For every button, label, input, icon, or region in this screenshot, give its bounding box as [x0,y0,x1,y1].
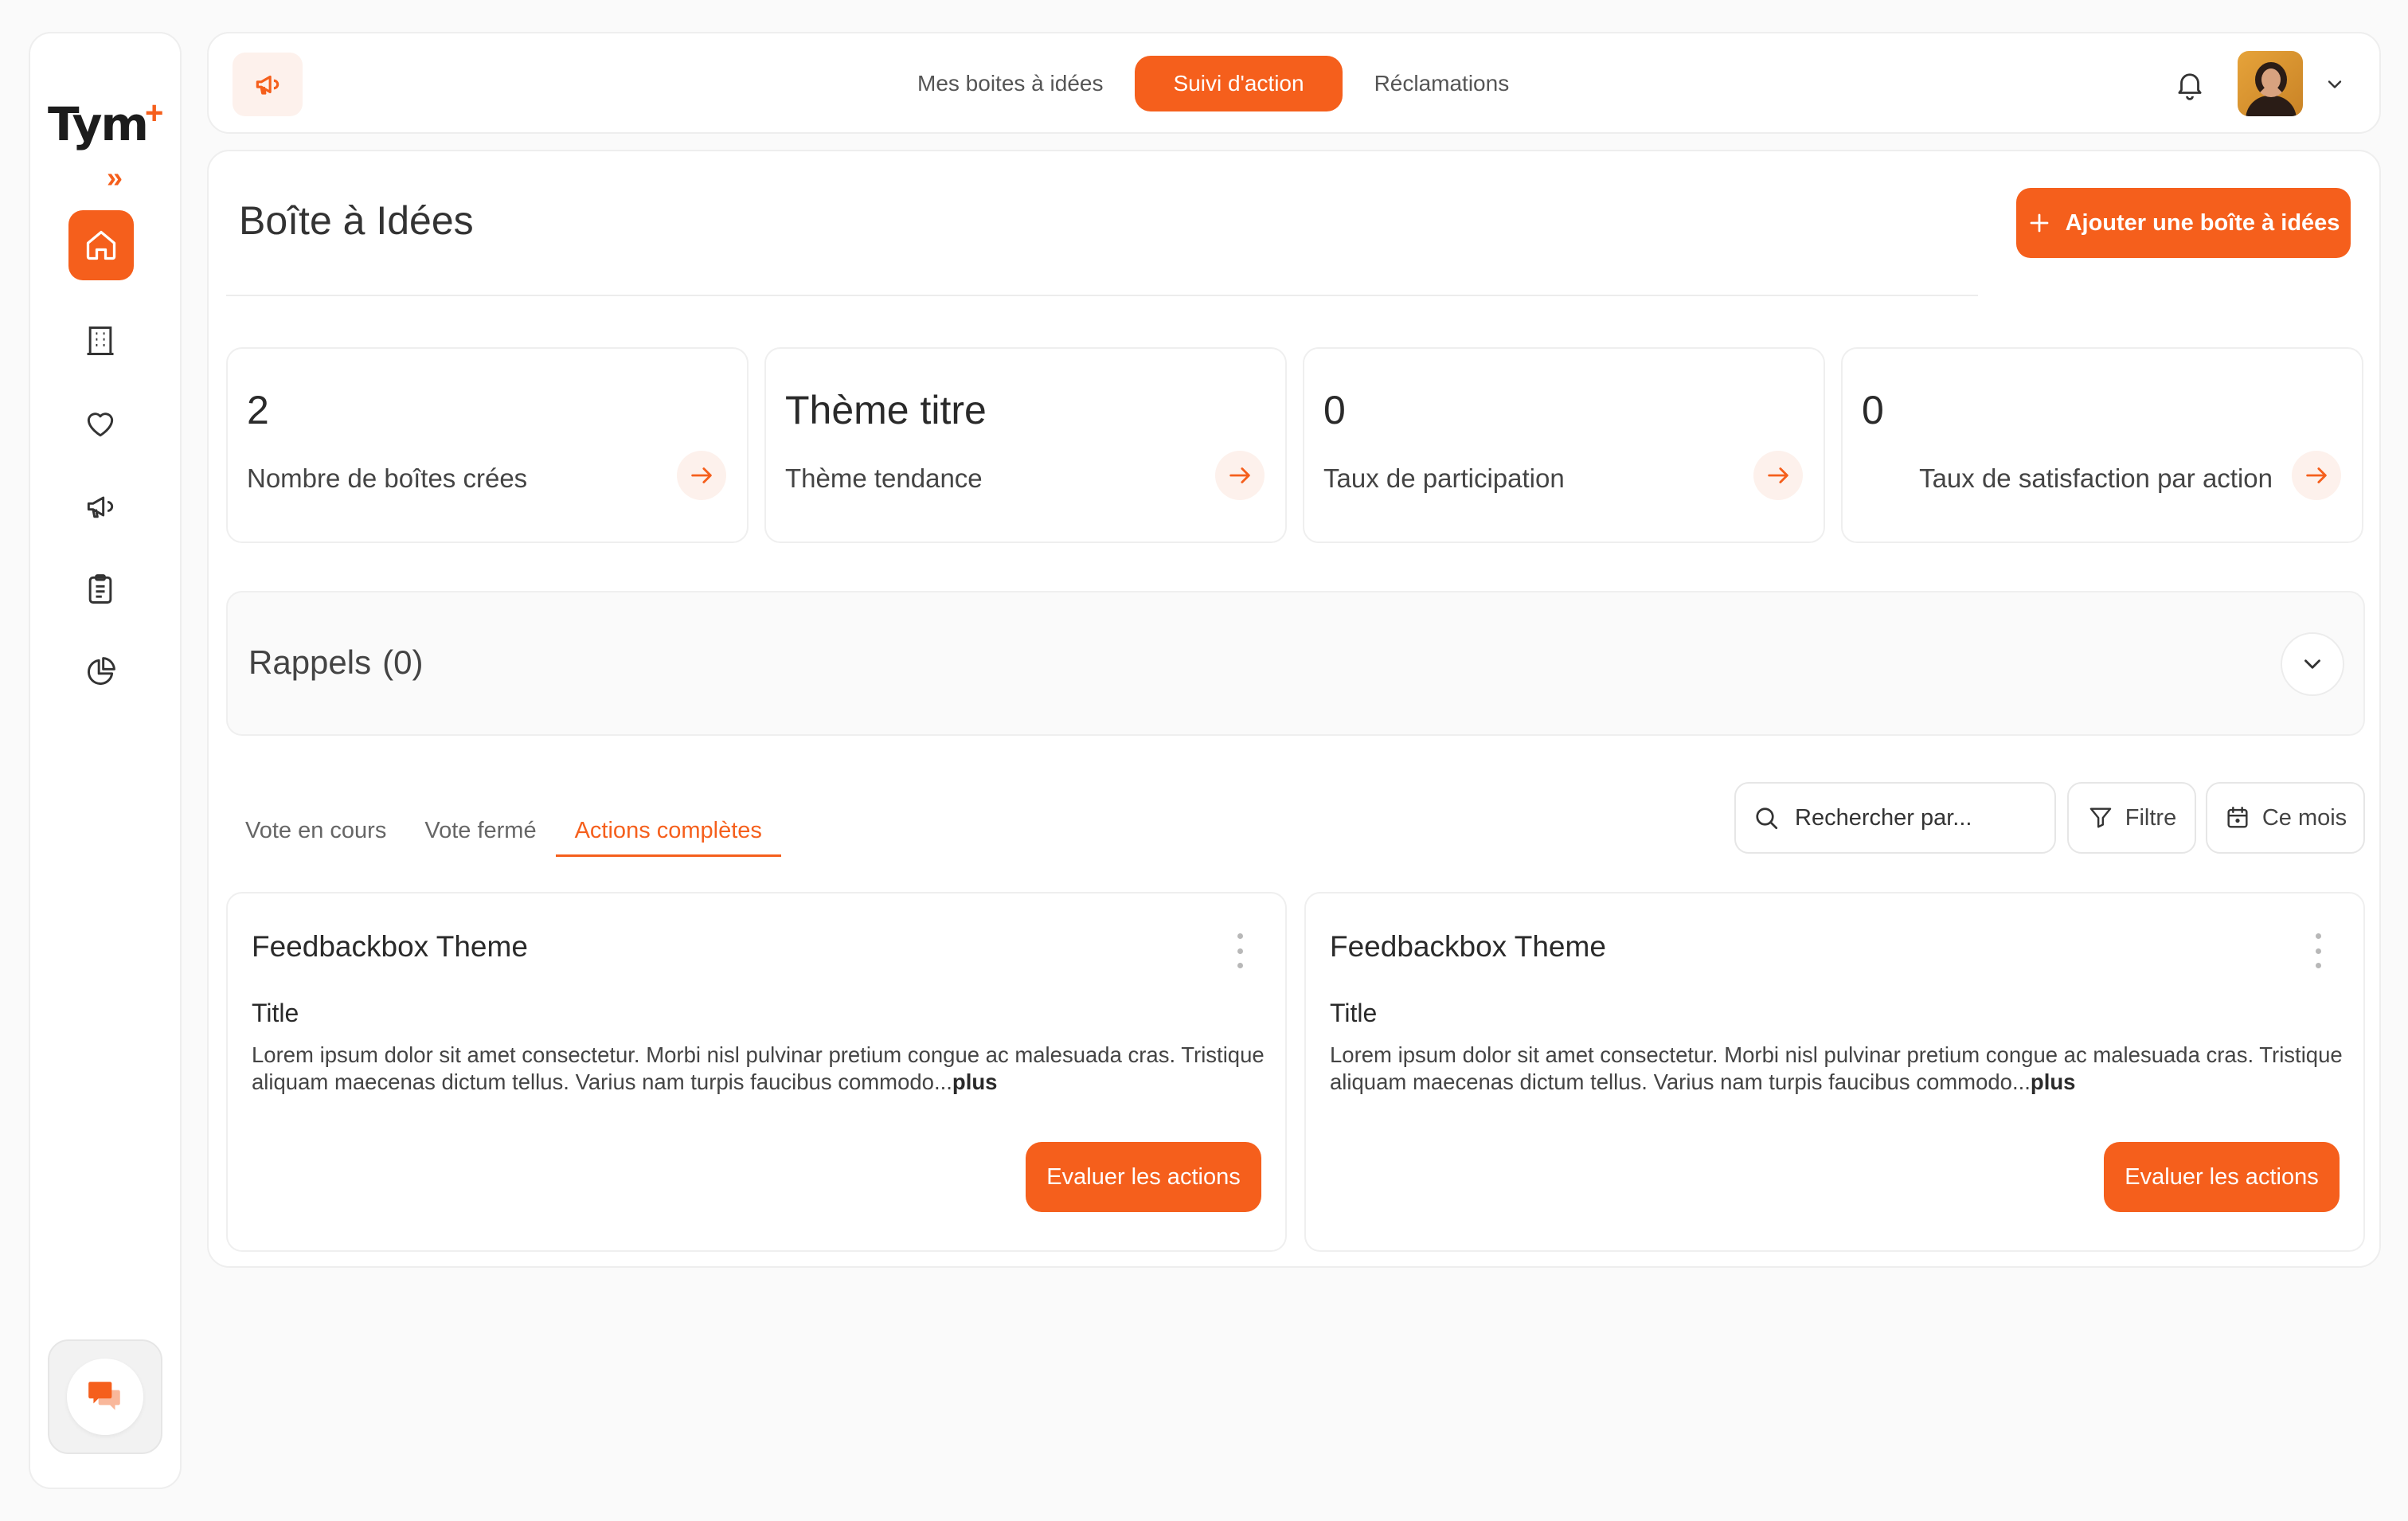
sidebar: Tym + » [29,32,182,1489]
search-icon [1756,807,1778,830]
profile-menu-toggle[interactable] [2319,68,2351,100]
calendar-icon [2227,807,2248,828]
card-description: Lorem ipsum dolor sit amet consectetur. … [1330,1042,2357,1096]
stat-value: 0 [1862,388,1884,432]
announcements-button[interactable] [233,53,303,116]
arrow-right-icon [1768,467,1788,483]
card-read-more-link[interactable]: plus [952,1069,998,1094]
stat-label: Nombre de boîtes crées [247,463,528,493]
reminders-panel[interactable]: Rappels (0) [226,591,2365,736]
stat-card-trending-theme[interactable]: Thème titre Thème tendance [764,347,1287,543]
stat-value: 2 [247,388,269,432]
main-panel: Boîte à Idées Ajouter une boîte à idées … [207,150,2381,1268]
tab-suivi-action[interactable]: Suivi d'action [1135,56,1343,111]
chat-button[interactable] [67,1359,143,1435]
clipboard-icon [88,574,112,604]
card-title: Title [1330,999,1378,1027]
card-title: Title [252,999,299,1027]
reminders-expand-button[interactable] [2281,632,2344,696]
reminders-label: Rappels [248,643,372,681]
card-read-more-link[interactable]: plus [2031,1069,2076,1094]
megaphone-icon [256,75,280,95]
notifications-button[interactable] [2168,62,2212,107]
heart-icon [87,413,114,437]
stat-link-button[interactable] [1215,451,1265,500]
chevron-down-icon [2328,80,2342,88]
tab-vote-en-cours[interactable]: Vote en cours [226,804,405,857]
stat-value: Thème titre [785,388,987,432]
stat-label: Taux de participation [1323,463,1565,493]
card-description: Lorem ipsum dolor sit amet consectetur. … [252,1042,1279,1096]
logo[interactable]: Tym + » [48,68,167,194]
search-input[interactable] [1795,804,2034,831]
evaluate-actions-button[interactable]: Evaluer les actions [1026,1142,1261,1212]
divider [226,295,1978,296]
reminders-count: (0) [382,643,424,681]
tab-vote-ferme[interactable]: Vote fermé [405,804,555,857]
page-title: Boîte à Idées [239,198,474,243]
top-bar: Mes boites à idées Suivi d'action Réclam… [207,32,2381,134]
chat-widget[interactable] [48,1339,162,1454]
stat-card-participation-rate[interactable]: 0 Taux de participation [1303,347,1825,543]
stat-card-satisfaction-rate[interactable]: 0 Taux de satisfaction par action [1841,347,2363,543]
stat-link-button[interactable] [1753,451,1803,500]
stat-link-button[interactable] [677,451,726,500]
chevron-down-icon [2304,659,2320,669]
search-box[interactable] [1734,782,2056,854]
stat-value: 0 [1323,388,1346,432]
stat-label: Thème tendance [785,463,983,493]
bell-icon [2178,73,2202,100]
stat-label: Taux de satisfaction par action [1919,463,2273,493]
stat-card-boxes-created[interactable]: 2 Nombre de boîtes crées [226,347,749,543]
idea-box-card: Feedbackbox Theme Title Lorem ipsum dolo… [1304,892,2365,1252]
top-tabs: Mes boites à idées Suivi d'action Réclam… [885,56,1541,111]
sidebar-item-analytics[interactable] [68,640,132,704]
sidebar-item-announcements[interactable] [68,475,132,538]
period-button[interactable]: Ce mois [2206,782,2365,854]
add-idea-box-label: Ajouter une boîte à idées [2065,209,2340,236]
card-theme: Feedbackbox Theme [1330,930,1606,963]
expand-sidebar-icon[interactable]: » [107,161,123,194]
status-tabs: Vote en cours Vote fermé Actions complèt… [226,804,781,860]
sidebar-item-tasks[interactable] [68,557,132,621]
evaluate-actions-button[interactable]: Evaluer les actions [2104,1142,2340,1212]
card-more-menu-icon[interactable] [1228,933,1252,968]
pie-chart-icon [88,657,115,685]
avatar-head [2255,62,2287,97]
card-description-text: Lorem ipsum dolor sit amet consectetur. … [1330,1042,2343,1094]
home-icon [86,230,116,260]
stat-link-button[interactable] [2292,451,2341,500]
filter-label: Filtre [2125,804,2177,831]
tab-mes-boites[interactable]: Mes boites à idées [885,56,1135,111]
plus-icon [2030,213,2048,233]
arrow-right-icon [1229,467,1250,483]
tab-reclamations[interactable]: Réclamations [1343,56,1542,111]
sidebar-item-home[interactable] [68,210,134,280]
card-more-menu-icon[interactable] [2306,933,2330,968]
chat-bubbles-icon [88,1382,120,1410]
card-theme: Feedbackbox Theme [252,930,528,963]
reminders-title: Rappels (0) [248,643,423,682]
tab-actions-completes[interactable]: Actions complètes [555,804,781,857]
sidebar-item-favorites[interactable] [68,392,132,456]
period-label: Ce mois [2261,804,2347,831]
filter-icon [2089,807,2112,828]
building-icon [87,326,114,355]
avatar-body [2246,96,2297,116]
idea-box-card: Feedbackbox Theme Title Lorem ipsum dolo… [226,892,1287,1252]
avatar[interactable] [2238,51,2303,116]
add-idea-box-button[interactable]: Ajouter une boîte à idées [2016,188,2351,258]
megaphone-icon [87,496,114,518]
filter-button[interactable]: Filtre [2067,782,2196,854]
logo-plus-mark: + [145,96,164,131]
sidebar-item-organization[interactable] [68,309,132,373]
arrow-right-icon [691,467,712,483]
arrow-right-icon [2306,467,2327,483]
card-description-text: Lorem ipsum dolor sit amet consectetur. … [252,1042,1265,1094]
logo-text: Tym [48,97,149,151]
